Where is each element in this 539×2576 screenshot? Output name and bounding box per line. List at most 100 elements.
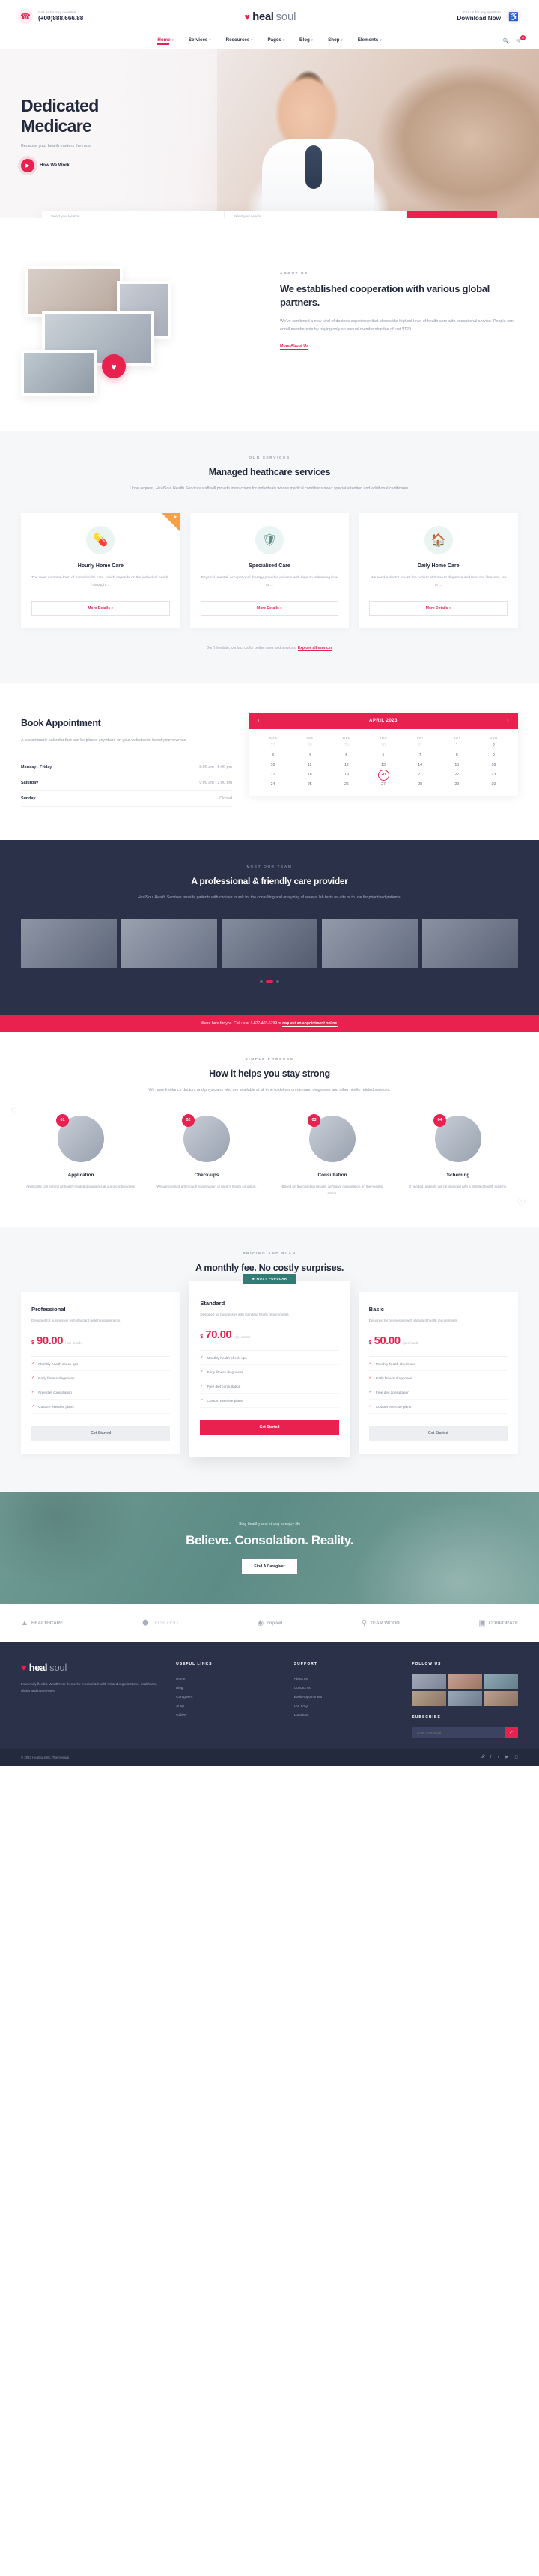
find-caregiver-button[interactable]: Find A Caregiver xyxy=(242,1559,297,1575)
gallery-thumb[interactable] xyxy=(448,1691,482,1707)
slider-dots[interactable] xyxy=(21,979,518,983)
calendar-day[interactable]: 26 xyxy=(328,782,365,787)
footer-link[interactable]: Contact us xyxy=(294,1683,401,1692)
calendar-day[interactable]: 23 xyxy=(475,773,512,777)
more-details-button[interactable]: More Details » xyxy=(31,600,170,616)
play-icon[interactable]: ▶ xyxy=(21,159,34,173)
subscribe-email-input[interactable] xyxy=(412,1727,505,1739)
calendar-day[interactable]: 22 xyxy=(439,773,475,777)
calendar-day[interactable]: 31 xyxy=(402,743,439,748)
slider-dot[interactable] xyxy=(276,979,279,983)
calendar-day[interactable]: 20 xyxy=(365,770,401,781)
more-details-button[interactable]: More Details » xyxy=(200,600,339,616)
topbar-phone[interactable]: ☎ Call us for any question (+00)888.666.… xyxy=(18,9,83,24)
footer-link[interactable]: About us xyxy=(294,1674,401,1683)
nav-item-blog[interactable]: Blog ▾ xyxy=(299,37,313,45)
topbar-download[interactable]: Call us for any question Download Now ♿ xyxy=(457,9,521,24)
request-appointment-link[interactable]: request an appointment online. xyxy=(282,1021,338,1027)
footer-link[interactable]: Book Appointment xyxy=(294,1692,401,1701)
instagram-icon[interactable]: ◻ xyxy=(514,1755,518,1760)
calendar-day[interactable]: 28 xyxy=(402,782,439,787)
nav-item-home[interactable]: Home ▾ xyxy=(157,37,174,45)
calendar-day[interactable]: 10 xyxy=(255,763,291,767)
calendar-next-button[interactable]: › xyxy=(507,719,509,724)
service-card[interactable]: 🛡 Specialized Care Physical, mental, occ… xyxy=(189,513,350,628)
subscribe-submit-button[interactable]: ✓ xyxy=(505,1727,518,1739)
team-member-photo[interactable] xyxy=(422,918,518,968)
gallery-thumb[interactable] xyxy=(484,1674,518,1690)
nav-item-resources[interactable]: Resources ▾ xyxy=(226,37,253,45)
footer-link[interactable]: Caregivers xyxy=(176,1692,282,1701)
team-member-photo[interactable] xyxy=(222,918,317,968)
calendar-day[interactable]: 4 xyxy=(291,753,328,758)
hero-video-cta[interactable]: ▶ How We Work xyxy=(21,159,99,173)
nav-item-services[interactable]: Services ▾ xyxy=(189,37,211,45)
nav-item-shop[interactable]: Shop ▾ xyxy=(328,37,343,45)
calendar-prev-button[interactable]: ‹ xyxy=(258,719,260,724)
get-care-now-button[interactable]: Get care now xyxy=(407,211,497,218)
footer-link[interactable]: Locations xyxy=(294,1710,401,1719)
calendar-day[interactable]: 13 xyxy=(365,763,401,767)
calendar-day[interactable]: 12 xyxy=(328,763,365,767)
team-member-photo[interactable] xyxy=(322,918,418,968)
explore-all-services-link[interactable]: Explore all services xyxy=(297,645,333,651)
calendar-day[interactable]: 9 xyxy=(475,753,512,758)
calendar-day[interactable]: 16 xyxy=(475,763,512,767)
calendar-day[interactable]: 28 xyxy=(291,743,328,748)
calendar-day-grid[interactable]: 27 28 29 30 31 1 2 3 4 5 6 7 8 9 10 11 12 13 14 15 16 17 18 19 2… xyxy=(255,743,512,787)
gallery-thumb[interactable] xyxy=(484,1691,518,1707)
nav-item-elements[interactable]: Elements ▾ xyxy=(358,37,382,45)
team-member-photo[interactable] xyxy=(121,918,217,968)
footer-link[interactable]: Blog xyxy=(176,1683,282,1692)
search-icon[interactable]: 🔍 xyxy=(503,38,510,44)
service-select[interactable]: Select your service Choose a service ▾ xyxy=(225,211,407,218)
calendar-day[interactable]: 18 xyxy=(291,773,328,777)
footer-link[interactable]: Our FAQ xyxy=(294,1701,401,1710)
more-about-us-link[interactable]: More About Us xyxy=(280,344,309,350)
calendar-day[interactable]: 29 xyxy=(439,782,475,787)
calendar-day[interactable]: 21 xyxy=(402,773,439,777)
calendar-day[interactable]: 29 xyxy=(328,743,365,748)
service-card[interactable]: ★ 💊 Hourly Home Care The most common for… xyxy=(21,513,180,628)
facebook-icon[interactable]: f xyxy=(490,1755,492,1760)
calendar-day[interactable]: 15 xyxy=(439,763,475,767)
calendar-day[interactable]: 11 xyxy=(291,763,328,767)
slider-dot-active[interactable] xyxy=(266,979,273,983)
calendar-day[interactable]: 6 xyxy=(365,753,401,758)
cart-icon[interactable]: 🛒 0 xyxy=(516,34,526,44)
team-slider[interactable] xyxy=(21,918,518,968)
calendar-day[interactable]: 14 xyxy=(402,763,439,767)
youtube-icon[interactable]: ▶ xyxy=(505,1755,508,1760)
get-started-button[interactable]: Get Started xyxy=(368,1426,508,1442)
calendar-day[interactable]: 3 xyxy=(255,753,291,758)
gallery-thumb[interactable] xyxy=(412,1691,446,1707)
more-details-button[interactable]: More Details » xyxy=(369,600,508,616)
calendar-day[interactable]: 17 xyxy=(255,773,291,777)
get-started-button[interactable]: Get Started xyxy=(200,1420,339,1436)
gallery-thumb[interactable] xyxy=(412,1674,446,1690)
slider-dot[interactable] xyxy=(260,979,263,983)
calendar-day[interactable]: 2 xyxy=(475,743,512,748)
calendar-day[interactable]: 30 xyxy=(365,743,401,748)
footer-link[interactable]: Shop xyxy=(176,1701,282,1710)
location-select[interactable]: Select your location Choose a location ▾ xyxy=(42,211,225,218)
calendar-day[interactable]: 30 xyxy=(475,782,512,787)
footer-link[interactable]: Home xyxy=(176,1674,282,1683)
get-started-button[interactable]: Get Started xyxy=(31,1426,171,1442)
team-member-photo[interactable] xyxy=(21,918,117,968)
footer-logo[interactable]: ♥ heal soul xyxy=(21,1662,164,1673)
gallery-thumb[interactable] xyxy=(448,1674,482,1690)
calendar-day[interactable]: 27 xyxy=(365,782,401,787)
vimeo-icon[interactable]: v xyxy=(497,1755,499,1760)
calendar-day[interactable]: 24 xyxy=(255,782,291,787)
twitter-icon[interactable]: 𝒫 xyxy=(481,1755,484,1760)
calendar-day[interactable]: 1 xyxy=(439,743,475,748)
site-logo[interactable]: ♥ heal soul xyxy=(244,10,296,23)
footer-link[interactable]: Gallery xyxy=(176,1710,282,1719)
calendar-day[interactable]: 27 xyxy=(255,743,291,748)
calendar-day[interactable]: 5 xyxy=(328,753,365,758)
calendar-day[interactable]: 7 xyxy=(402,753,439,758)
nav-item-pages[interactable]: Pages ▾ xyxy=(268,37,285,45)
calendar-day[interactable]: 8 xyxy=(439,753,475,758)
calendar-day[interactable]: 19 xyxy=(328,773,365,777)
